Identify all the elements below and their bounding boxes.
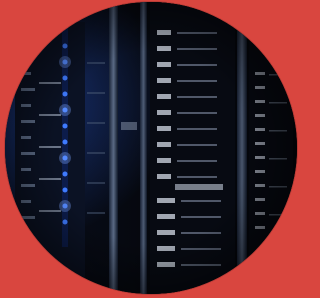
canvas — [0, 0, 300, 298]
server-rack-illustration — [5, 2, 297, 294]
server-rack-photo — [5, 2, 297, 294]
